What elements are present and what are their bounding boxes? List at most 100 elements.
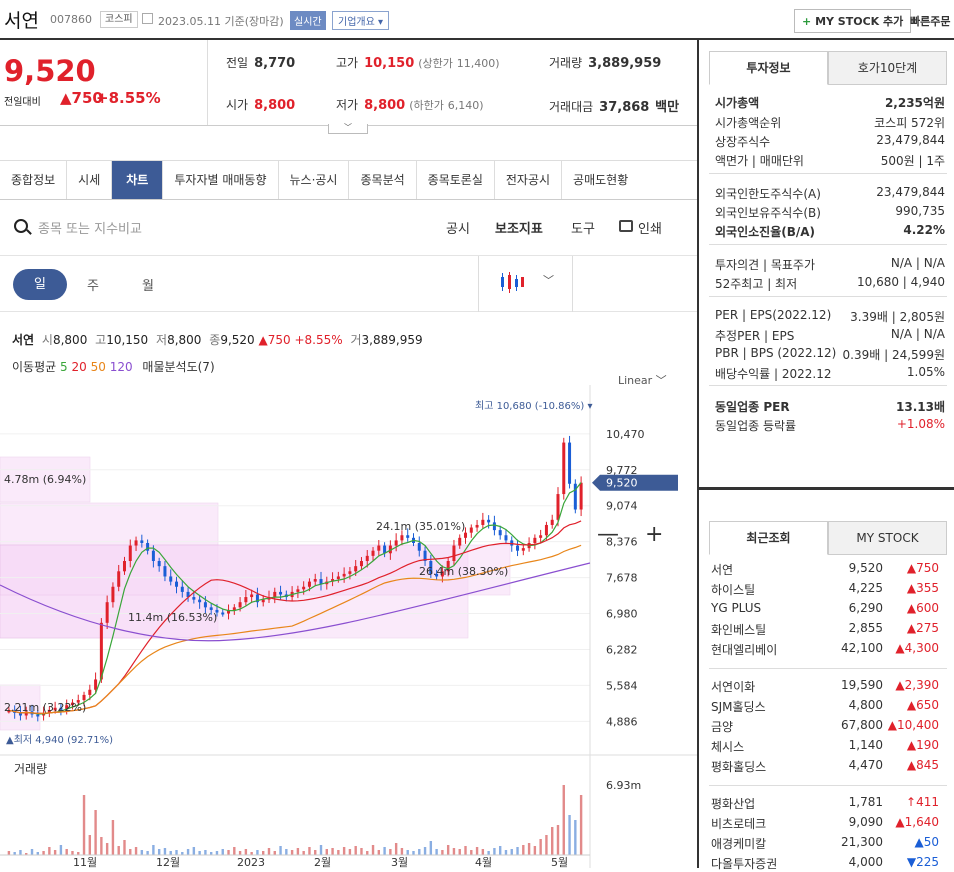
- candle-body: [417, 542, 421, 551]
- volume-bar: [117, 846, 120, 855]
- market-badge: 코스피: [100, 11, 138, 28]
- recent-item[interactable]: 서연 9,520 ▲750: [711, 561, 939, 578]
- recent-change: ▲750: [906, 561, 939, 575]
- volume-bar: [308, 847, 311, 855]
- lower-value: 6,140): [447, 99, 484, 112]
- recent-item[interactable]: 현대엘리베이 42,100 ▲4,300: [711, 641, 939, 658]
- indicator-button[interactable]: 보조지표: [495, 218, 543, 237]
- tab-quote[interactable]: 시세: [67, 161, 113, 199]
- legend-high-label: 고: [95, 333, 107, 347]
- candle-body: [192, 597, 196, 600]
- expand-toggle[interactable]: ﹀: [328, 124, 368, 134]
- tools-button[interactable]: 도구: [571, 218, 595, 237]
- volume-bar: [406, 850, 409, 855]
- tab-analysis[interactable]: 종목분석: [349, 161, 417, 199]
- search-icon[interactable]: [14, 219, 28, 233]
- candle-body: [359, 561, 363, 567]
- period-week[interactable]: 주: [87, 275, 99, 294]
- candle-body: [377, 545, 381, 551]
- chevron-down-icon[interactable]: ﹀: [543, 272, 554, 288]
- volume-bar: [285, 849, 288, 855]
- tab-chart[interactable]: 차트: [112, 161, 164, 199]
- period-day[interactable]: 일: [13, 269, 67, 300]
- tab-news[interactable]: 뉴스·공시: [279, 161, 350, 199]
- ma20-label[interactable]: 20: [71, 360, 86, 374]
- price-summary: 전일 8,770 고가 10,150 (상한가 11,400) 거래량 3,889,95…: [207, 40, 697, 126]
- tab-discussion[interactable]: 종목토론실: [417, 161, 495, 199]
- volume-profile-toggle[interactable]: 매물분석도(7): [142, 360, 214, 374]
- notice-button[interactable]: 공시: [446, 218, 470, 237]
- recent-item[interactable]: 화인베스틸 2,855 ▲275: [711, 621, 939, 638]
- tab-invest-info[interactable]: 투자정보: [709, 51, 828, 85]
- y-tick-label: 5,584: [606, 679, 638, 692]
- tab-recent[interactable]: 최근조회: [709, 521, 828, 555]
- volume-bar: [452, 848, 456, 855]
- info-value: 3.39배 | 2,805원: [850, 310, 945, 324]
- recent-change: ▲1,640: [895, 815, 939, 829]
- recent-change: ↑411: [906, 795, 939, 809]
- recent-price: 67,800: [841, 718, 883, 732]
- volume-bar: [498, 846, 502, 855]
- candle-body: [180, 586, 184, 592]
- recent-change: ▲4,300: [895, 641, 939, 655]
- corp-info-button[interactable]: 기업개요 ▾: [332, 11, 390, 30]
- volume-bar: [545, 835, 548, 855]
- ma120-label[interactable]: 120: [110, 360, 133, 374]
- recent-item[interactable]: YG PLUS 6,290 ▲600: [711, 601, 939, 615]
- x-tick-label: 2023: [237, 856, 265, 868]
- info-key: 52주최고 | 최저: [715, 277, 798, 291]
- period-month[interactable]: 월: [142, 275, 154, 294]
- tab-disclosure[interactable]: 전자공시: [495, 161, 563, 199]
- volume-bar: [418, 849, 421, 855]
- lower-label: (하한가: [409, 99, 444, 112]
- volume-bar: [65, 849, 68, 855]
- volume-bar: [366, 851, 369, 855]
- volume-bar: [446, 845, 450, 855]
- x-tick-label: 11월: [73, 856, 97, 868]
- recent-item[interactable]: SJM홀딩스 4,800 ▲650: [711, 698, 939, 715]
- tab-mystock[interactable]: MY STOCK: [828, 521, 947, 555]
- printer-icon[interactable]: [619, 220, 633, 232]
- volume-value: 3,889,959: [588, 56, 662, 71]
- volume-bar: [377, 850, 381, 855]
- volume-bar: [296, 848, 300, 855]
- ma5-label[interactable]: 5: [60, 360, 68, 374]
- recent-item[interactable]: 다올투자증권 4,000 ▼225: [711, 855, 939, 872]
- volume-bar: [400, 848, 404, 855]
- tab-summary[interactable]: 종합정보: [0, 161, 68, 199]
- volume-bar: [233, 847, 236, 855]
- volume-bar: [458, 849, 461, 855]
- candle-body: [562, 442, 566, 495]
- ma50-label[interactable]: 50: [91, 360, 106, 374]
- print-button[interactable]: 인쇄: [638, 218, 662, 237]
- recent-item[interactable]: 하이스틸 4,225 ▲355: [711, 581, 939, 598]
- live-badge[interactable]: 실시간: [290, 11, 326, 30]
- quick-order-button[interactable]: 빠른주문: [910, 13, 950, 29]
- recent-item[interactable]: 서연이화 19,590 ▲2,390: [711, 678, 939, 695]
- compare-search-input[interactable]: 종목 또는 지수비교: [38, 218, 142, 237]
- volume-bar: [325, 849, 328, 855]
- recent-item[interactable]: 평화홀딩스 4,470 ▲845: [711, 758, 939, 775]
- candle-body: [556, 494, 560, 520]
- calendar-icon: [142, 13, 153, 24]
- info-value: 23,479,844: [876, 133, 945, 147]
- recent-item[interactable]: 체시스 1,140 ▲190: [711, 738, 939, 755]
- price-chart[interactable]: 10,4709,7729,0748,3767,6786,9806,2825,58…: [0, 385, 697, 868]
- recent-name: 평화산업: [711, 797, 756, 811]
- tab-investor[interactable]: 투자자별 매매동향: [163, 161, 279, 199]
- current-price: 9,520: [4, 54, 96, 88]
- add-mystock-button[interactable]: + MY STOCK 추가: [794, 9, 912, 33]
- recent-item[interactable]: 평화산업 1,781 ↑411: [711, 795, 939, 812]
- candle-body: [221, 612, 225, 615]
- recent-item[interactable]: 애경케미칼 21,300 ▲50: [711, 835, 939, 852]
- tab-orderbook[interactable]: 호가10단계: [828, 51, 947, 85]
- candlestick-icon[interactable]: [499, 271, 525, 295]
- recent-change: ▲2,390: [895, 678, 939, 692]
- open-value: 8,800: [254, 98, 296, 113]
- recent-item[interactable]: 비츠로테크 9,090 ▲1,640: [711, 815, 939, 832]
- recent-item[interactable]: 금양 67,800 ▲10,400: [711, 718, 939, 735]
- legend-high: 10,150: [106, 333, 149, 347]
- candle-body: [371, 550, 375, 556]
- volume-bar: [429, 841, 433, 855]
- tab-short-selling[interactable]: 공매도현황: [562, 161, 639, 199]
